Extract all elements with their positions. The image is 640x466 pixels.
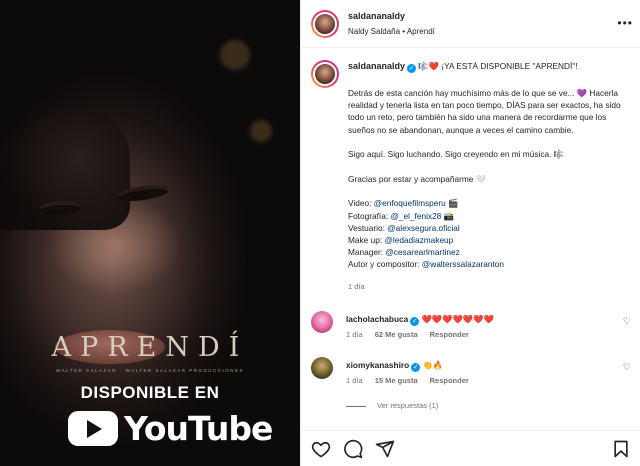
header-username[interactable]: saldananaldy [348,11,405,21]
credit-emoji: 🎬 [445,198,459,209]
comment-text-line: lacholachabuca ✓ ❤️❤️❤️❤️❤️❤️❤️ [346,314,494,326]
credit-label: Vestuario: [348,222,388,233]
post-header: saldananaldy Naldy Saldaña • Aprendí ••• [301,0,640,48]
credit-label: Manager: [348,247,386,258]
credits-list: Video: @enfoquefilmsperu 🎬 Fotografía: @… [348,197,632,270]
song-title-overlay: APRENDÍ [51,332,249,363]
like-icon[interactable] [311,439,331,459]
caption-headline: ¡YA ESTÁ DISPONIBLE "APRENDÍ"! [441,61,578,71]
post-image[interactable]: APRENDÍ WALTER SALAZAR · WALTER SALAZAR … [0,0,300,466]
youtube-play-icon [68,411,118,446]
comment-time[interactable]: 1 día [346,376,363,385]
credit-handle[interactable]: @cesarearlmartinez [385,247,459,257]
post-side-panel: saldananaldy Naldy Saldaña • Aprendí •••… [300,0,640,466]
image-bokeh [250,120,272,142]
verified-badge-icon: ✓ [411,363,421,372]
comment-body: ❤️❤️❤️❤️❤️❤️❤️ [421,314,494,324]
comment-icon[interactable] [343,439,363,459]
credit-label: Video: [348,198,374,209]
credit-handle[interactable]: @_el_fenix28 [390,211,441,221]
comment-likes[interactable]: 15 Me gusta [375,376,418,385]
like-comment-icon[interactable]: ♡ [623,362,631,373]
youtube-logo: YouTube [68,409,273,448]
caption-time[interactable]: 1 día [348,281,632,293]
caption-lead-emoji: 🎼❤️ [418,61,440,71]
post-actions-bar [301,430,640,466]
image-bokeh [220,40,250,70]
available-on-text: DISPONIBLE EN [80,383,220,402]
view-replies-button[interactable]: Ver respuestas (1) [346,401,438,410]
comment-likes[interactable]: 62 Me gusta [375,330,418,339]
producer-credit-overlay: WALTER SALAZAR · WALTER SALAZAR PRODUCCI… [55,368,245,373]
credit-line: Autor y compositor: @walterssalazaranton [348,258,632,270]
caption-paragraph: Sigo aquí. Sigo luchando. Sigo creyendo … [348,149,565,160]
credit-line: Manager: @cesarearlmartinez [348,246,632,258]
caption-username[interactable]: saldananaldy [348,61,405,71]
caption-paragraph: Detrás de esta canción hay muchísimo más… [348,88,621,135]
comment-body: 👏🔥 [422,360,444,370]
caption-avatar[interactable] [311,60,339,88]
credit-label: Make up: [348,235,385,245]
comment-meta: 1 día 15 Me gusta Responder [346,376,469,385]
credit-handle[interactable]: @walterssalazaranton [422,259,504,269]
credit-label: Autor y compositor: [348,259,422,270]
comment-username[interactable]: xiomykanashiro [346,360,409,370]
credit-line: Fotografía: @_el_fenix28 📸 [348,210,632,222]
comment-text-line: xiomykanashiro ✓ 👏🔥 [346,360,443,372]
header-subtitle[interactable]: Naldy Saldaña • Aprendí [348,27,435,36]
youtube-wordmark: YouTube [124,409,273,448]
comment-time[interactable]: 1 día [346,330,363,339]
save-icon[interactable] [611,439,631,459]
comment-username[interactable]: lacholachabuca [346,314,408,324]
caption-paragraph: Gracias por estar y acompañarme 🤍 [348,173,487,184]
credit-handle[interactable]: @alexsegura.oficial [387,223,460,233]
share-icon[interactable] [375,439,395,459]
reply-button[interactable]: Responder [430,376,469,385]
credit-label: Fotografía: [348,210,391,221]
credit-line: Video: @enfoquefilmsperu 🎬 [348,197,632,209]
more-options-icon[interactable]: ••• [617,16,633,30]
credit-line: Make up: @ledadiazmakeup [348,234,632,246]
verified-badge-icon: ✓ [410,317,420,326]
reply-button[interactable]: Responder [430,330,469,339]
credit-handle[interactable]: @enfoquefilmsperu [374,198,446,208]
credit-handle[interactable]: @ledadiazmakeup [384,235,453,245]
like-comment-icon[interactable]: ♡ [623,316,631,327]
post-caption: saldananaldy ✓ 🎼❤️ ¡YA ESTÁ DISPONIBLE "A… [348,60,632,293]
credit-emoji: 📸 [441,210,454,221]
post-dialog: APRENDÍ WALTER SALAZAR · WALTER SALAZAR … [0,0,640,466]
comment-avatar[interactable] [311,357,333,379]
header-avatar[interactable] [311,10,339,38]
comment-meta: 1 día 62 Me gusta Responder [346,330,469,339]
verified-badge-icon: ✓ [407,64,417,73]
comment-avatar[interactable] [311,311,333,333]
credit-line: Vestuario: @alexsegura.oficial [348,222,632,234]
